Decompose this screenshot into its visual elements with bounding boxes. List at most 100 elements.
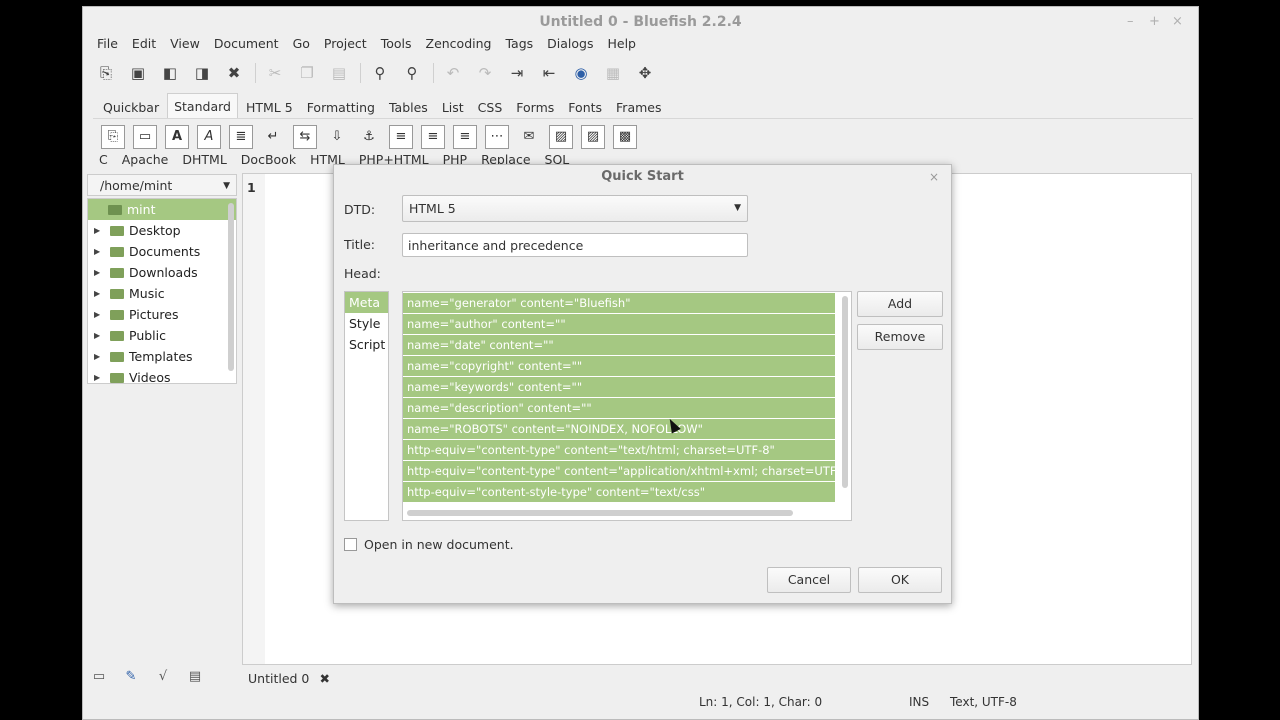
settings-icon[interactable]: ▦ bbox=[600, 60, 626, 86]
expand-arrow-icon[interactable]: ▶ bbox=[94, 304, 100, 325]
tab-formatting[interactable]: Formatting bbox=[301, 97, 381, 119]
save-icon[interactable]: ◧ bbox=[157, 60, 183, 86]
tab-forms[interactable]: Forms bbox=[510, 97, 560, 119]
new-document-checkbox[interactable] bbox=[344, 538, 357, 551]
horizontal-scrollbar[interactable] bbox=[407, 510, 793, 516]
list-item[interactable]: name="author" content="" bbox=[403, 314, 835, 334]
expand-arrow-icon[interactable]: ▶ bbox=[94, 262, 100, 283]
vertical-scrollbar[interactable] bbox=[842, 296, 848, 488]
list-item[interactable]: http-equiv="content-style-type" content=… bbox=[403, 482, 835, 502]
tree-item[interactable]: ▶ Public bbox=[88, 325, 236, 346]
fullscreen-icon[interactable]: ✥ bbox=[632, 60, 658, 86]
tab-css[interactable]: CSS bbox=[472, 97, 509, 119]
tree-item[interactable]: ▶ Documents bbox=[88, 241, 236, 262]
tab-tables[interactable]: Tables bbox=[383, 97, 434, 119]
find-replace-icon[interactable]: ⚲ bbox=[399, 60, 425, 86]
tab-list[interactable]: List bbox=[436, 97, 470, 119]
list-item[interactable]: name="description" content="" bbox=[403, 398, 835, 418]
save-as-icon[interactable]: ◨ bbox=[189, 60, 215, 86]
charmap-icon[interactable]: √ bbox=[151, 664, 175, 688]
close-tab-icon[interactable]: ✖ bbox=[320, 667, 330, 691]
expand-arrow-icon[interactable]: ▶ bbox=[94, 325, 100, 346]
expand-arrow-icon[interactable]: ▶ bbox=[94, 220, 100, 241]
menu-dhtml[interactable]: DHTML bbox=[182, 152, 226, 170]
align-right-icon[interactable]: ≡ bbox=[453, 124, 477, 149]
indent-icon[interactable]: ⇥ bbox=[504, 60, 530, 86]
break-clear-icon[interactable]: ⇆ bbox=[293, 124, 317, 149]
menu-dialogs[interactable]: Dialogs bbox=[547, 36, 593, 54]
anchor-icon[interactable]: ⚓ bbox=[357, 125, 381, 149]
title-input[interactable] bbox=[402, 233, 748, 257]
tab-standard[interactable]: Standard bbox=[167, 93, 238, 119]
category-meta[interactable]: Meta bbox=[345, 292, 388, 313]
paragraph-icon[interactable]: ≣ bbox=[229, 124, 253, 149]
category-script[interactable]: Script bbox=[345, 334, 388, 355]
open-icon[interactable]: ▣ bbox=[125, 60, 151, 86]
menu-file[interactable]: File bbox=[97, 36, 118, 54]
new-file-icon[interactable]: ⎘ bbox=[93, 60, 119, 86]
quickstart-icon[interactable]: ⎘ bbox=[101, 124, 125, 149]
list-item[interactable]: name="generator" content="Bluefish" bbox=[403, 293, 835, 313]
find-icon[interactable]: ⚲ bbox=[367, 60, 393, 86]
thumbnail-icon[interactable]: ▨ bbox=[581, 124, 605, 149]
multi-thumbnail-icon[interactable]: ▩ bbox=[613, 124, 637, 149]
comment-icon[interactable]: ⋯ bbox=[485, 124, 509, 149]
snippets-icon[interactable]: ▤ bbox=[183, 664, 207, 688]
menu-docbook[interactable]: DocBook bbox=[241, 152, 296, 170]
open-in-new-document[interactable]: Open in new document. bbox=[344, 537, 514, 552]
email-icon[interactable]: ✉ bbox=[517, 125, 541, 149]
maximize-icon[interactable]: + bbox=[1149, 7, 1160, 37]
tab-quickbar[interactable]: Quickbar bbox=[97, 97, 165, 119]
tab-html5[interactable]: HTML 5 bbox=[240, 97, 299, 119]
menu-edit[interactable]: Edit bbox=[132, 36, 156, 54]
tree-item[interactable]: ▶ Videos bbox=[88, 367, 236, 383]
menu-c[interactable]: C bbox=[99, 152, 108, 170]
menu-go[interactable]: Go bbox=[293, 36, 310, 54]
align-center-icon[interactable]: ≡ bbox=[421, 124, 445, 149]
list-item[interactable]: name="ROBOTS" content="NOINDEX, NOFOLLOW… bbox=[403, 419, 835, 439]
tree-item[interactable]: ▶ Desktop bbox=[88, 220, 236, 241]
menu-apache[interactable]: Apache bbox=[122, 152, 169, 170]
bookmarks-icon[interactable]: ✎ bbox=[119, 664, 143, 688]
image-icon[interactable]: ▨ bbox=[549, 124, 573, 149]
document-tab[interactable]: Untitled 0 ✖ bbox=[242, 667, 334, 691]
tree-item[interactable]: ▶ Music bbox=[88, 283, 236, 304]
list-item[interactable]: http-equiv="content-type" content="text/… bbox=[403, 440, 835, 460]
menu-view[interactable]: View bbox=[170, 36, 200, 54]
paste-icon[interactable]: ▤ bbox=[326, 60, 352, 86]
copy-icon[interactable]: ❐ bbox=[294, 60, 320, 86]
list-item[interactable]: name="copyright" content="" bbox=[403, 356, 835, 376]
align-left-icon[interactable]: ≡ bbox=[389, 124, 413, 149]
tree-item[interactable]: ▶ Pictures bbox=[88, 304, 236, 325]
tree-item[interactable]: ▶ Templates bbox=[88, 346, 236, 367]
tab-fonts[interactable]: Fonts bbox=[562, 97, 608, 119]
filebrowser-icon[interactable]: ▭ bbox=[87, 664, 111, 688]
close-icon[interactable]: ✖ bbox=[221, 60, 247, 86]
bold-icon[interactable]: A bbox=[165, 124, 189, 149]
expand-arrow-icon[interactable]: ▶ bbox=[94, 346, 100, 367]
ok-button[interactable]: OK bbox=[858, 567, 942, 593]
menu-help[interactable]: Help bbox=[607, 36, 636, 54]
tree-item-root[interactable]: mint bbox=[88, 199, 236, 220]
close-window-icon[interactable]: × bbox=[1172, 7, 1183, 37]
expand-arrow-icon[interactable]: ▶ bbox=[94, 283, 100, 304]
cancel-button[interactable]: Cancel bbox=[767, 567, 851, 593]
list-item[interactable]: http-equiv="content-type" content="appli… bbox=[403, 461, 835, 481]
break-icon[interactable]: ↵ bbox=[261, 125, 285, 149]
tree-item[interactable]: ▶ Downloads bbox=[88, 262, 236, 283]
expand-arrow-icon[interactable]: ▶ bbox=[94, 367, 100, 383]
menu-document[interactable]: Document bbox=[214, 36, 279, 54]
menu-tags[interactable]: Tags bbox=[505, 36, 533, 54]
redo-icon[interactable]: ↷ bbox=[472, 60, 498, 86]
menu-tools[interactable]: Tools bbox=[381, 36, 412, 54]
unindent-icon[interactable]: ⇤ bbox=[536, 60, 562, 86]
body-icon[interactable]: ▭ bbox=[133, 124, 157, 149]
add-button[interactable]: Add bbox=[857, 291, 943, 317]
italic-icon[interactable]: A bbox=[197, 124, 221, 149]
undo-icon[interactable]: ↶ bbox=[440, 60, 466, 86]
preview-icon[interactable]: ◉ bbox=[568, 60, 594, 86]
tab-frames[interactable]: Frames bbox=[610, 97, 667, 119]
remove-button[interactable]: Remove bbox=[857, 324, 943, 350]
list-item[interactable]: name="keywords" content="" bbox=[403, 377, 835, 397]
dtd-select[interactable]: HTML 5 ▼ bbox=[402, 195, 748, 222]
